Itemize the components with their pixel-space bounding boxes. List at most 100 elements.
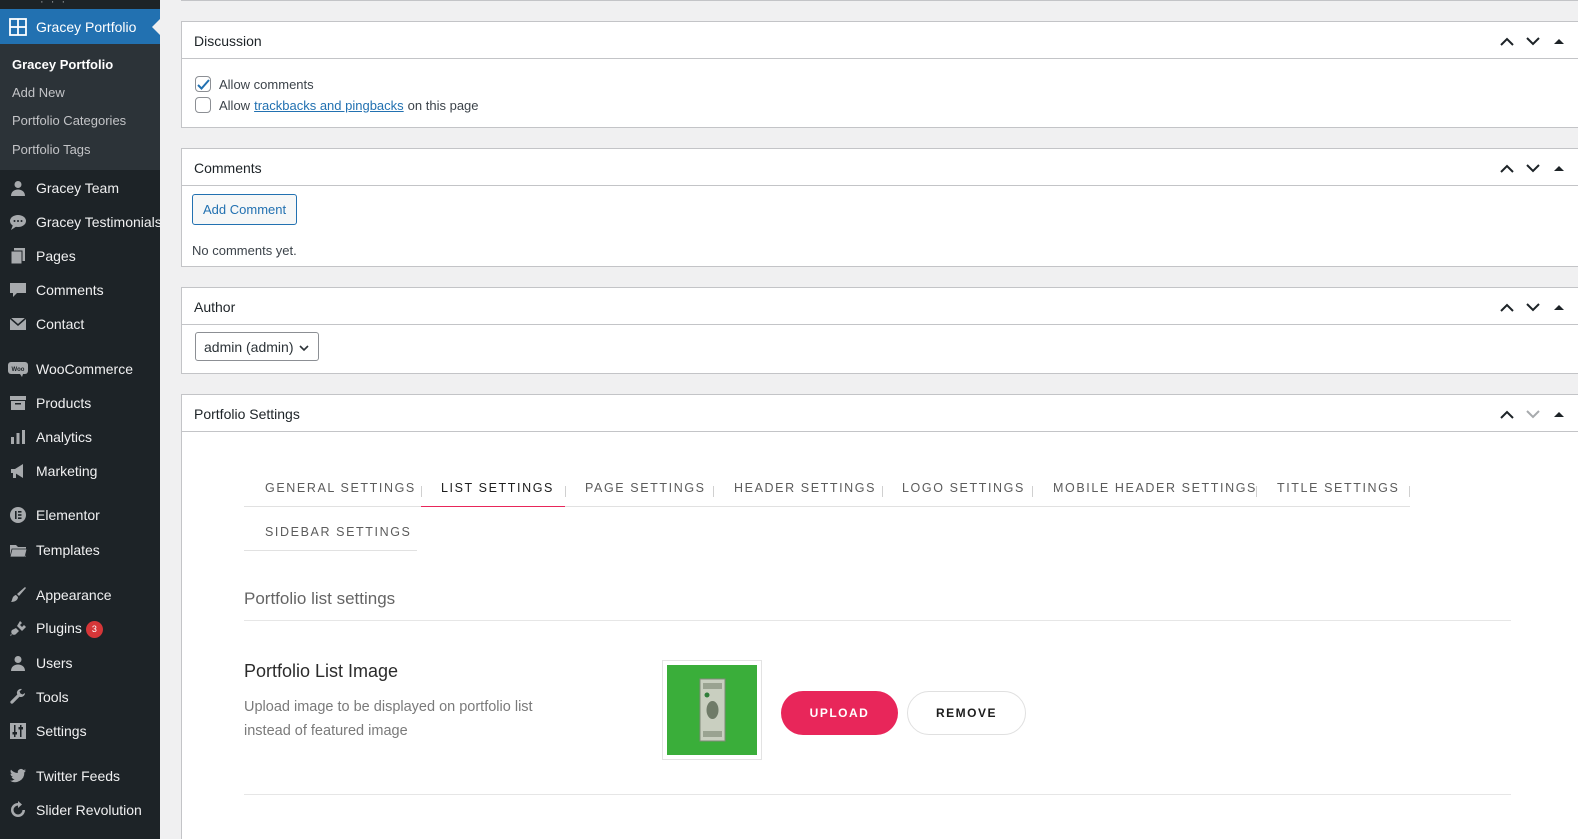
sidebar-item-label: Comments [36,282,104,298]
sidebar-item-settings[interactable]: Settings [0,716,160,746]
postbox-header: Author [182,288,1578,325]
user-icon [8,178,28,198]
move-down-icon[interactable] [1520,297,1546,317]
move-up-icon[interactable] [1494,31,1520,51]
sidebar-item-analytics[interactable]: Analytics [0,422,160,452]
sidebar-item-gracey-testimonials[interactable]: Gracey Testimonials [0,207,160,237]
portfolio-settings-postbox: Portfolio Settings GENERAL SETTINGS LIST… [181,394,1578,839]
admin-sidebar: · · · Gracey Portfolio Gracey Portfolio … [0,0,160,839]
sidebar-item-label: Templates [36,542,100,558]
woo-icon: Woo [8,359,28,379]
field-description: Upload image to be displayed on portfoli… [244,699,533,739]
toggle-panel-icon[interactable] [1546,158,1572,178]
sidebar-item-templates[interactable]: Templates [0,535,160,565]
comment-icon [8,280,28,300]
allow-comments-checkbox[interactable] [195,76,211,92]
field-title: Portfolio List Image [244,661,399,681]
sidebar-item-label: Users [36,655,73,671]
author-select-value: admin (admin) [204,338,294,355]
submenu-item-add-new[interactable]: Add New [12,85,65,100]
sidebar-item-elementor[interactable]: Elementor [0,500,160,530]
allow-trackbacks-suffix: on this page [407,97,479,113]
upload-button[interactable]: UPLOAD [781,691,898,735]
sidebar-item-label: Settings [36,723,87,739]
toggle-panel-icon[interactable] [1546,297,1572,317]
allow-trackbacks-row: Allow trackbacks and pingbacks on this p… [195,97,479,113]
section-title: Portfolio list settings [244,589,396,608]
postbox-header: Discussion [182,22,1578,59]
speech-bubbles-icon [8,212,28,232]
author-postbox: Author admin (admin) [181,287,1578,374]
submenu-item-portfolio-categories[interactable]: Portfolio Categories [12,113,126,128]
tab-separator [713,486,714,497]
sidebar-item-label: Gracey Testimonials [36,214,160,230]
sidebar-item-woocommerce[interactable]: Woo WooCommerce [0,354,160,384]
sidebar-item-marketing[interactable]: Marketing [0,456,160,486]
move-up-icon[interactable] [1494,297,1520,317]
sidebar-item-label: Marketing [36,463,98,479]
megaphone-icon [8,461,28,481]
handle-actions [1494,31,1572,51]
tab-separator [1032,486,1033,497]
pages-icon [8,246,28,266]
tab-title-settings[interactable]: TITLE SETTINGS [1277,481,1399,507]
no-comments-text: No comments yet. [192,243,297,258]
sidebar-item-pages[interactable]: Pages [0,241,160,271]
postbox-header: Portfolio Settings [182,395,1578,432]
tab-header-settings[interactable]: HEADER SETTINGS [734,481,876,507]
author-select[interactable]: admin (admin) [195,332,319,361]
move-down-icon[interactable] [1520,158,1546,178]
sidebar-item-users[interactable]: Users [0,648,160,678]
submenu-item-gracey-portfolio[interactable]: Gracey Portfolio [12,57,113,72]
sidebar-item-label: Gracey Portfolio [36,18,137,35]
sidebar-item-twitter-feeds[interactable]: Twitter Feeds [0,761,160,791]
sidebar-item-comments[interactable]: Comments [0,275,160,305]
tab-list-settings[interactable]: LIST SETTINGS [421,481,565,507]
move-down-icon[interactable] [1520,31,1546,51]
sidebar-item-appearance[interactable]: Appearance [0,580,160,610]
tab-logo-settings[interactable]: LOGO SETTINGS [902,481,1025,507]
postbox-title: Author [194,299,236,315]
chevron-down-icon [299,339,310,355]
previous-postbox-edge [181,0,1578,1]
move-up-icon[interactable] [1494,158,1520,178]
toggle-panel-icon[interactable] [1546,31,1572,51]
handle-actions [1494,404,1572,424]
sidebar-item-tools[interactable]: Tools [0,682,160,712]
sidebar-item-label: Gracey Team [36,180,119,196]
refresh-icon [8,800,28,820]
add-comment-button[interactable]: Add Comment [192,194,298,225]
settings-tabs-row-2: SIDEBAR SETTINGS [244,525,417,551]
sidebar-item-products[interactable]: Products [0,388,160,418]
envelope-icon [8,314,28,334]
remove-button[interactable]: REMOVE [907,691,1026,735]
sidebar-item-label: Slider Revolution [36,802,142,818]
sidebar-top-partial: · · · [40,0,68,8]
sidebar-item-slider-revolution[interactable]: Slider Revolution [0,795,160,825]
image-preview [662,660,762,760]
tab-page-settings[interactable]: PAGE SETTINGS [585,481,706,507]
trackbacks-link[interactable]: trackbacks and pingbacks [254,98,404,113]
toggle-panel-icon[interactable] [1546,404,1572,424]
submenu-item-portfolio-tags[interactable]: Portfolio Tags [12,142,91,157]
move-up-icon[interactable] [1494,404,1520,424]
section-divider [244,620,1511,621]
sidebar-item-gracey-team[interactable]: Gracey Team [0,173,160,203]
svg-text:Woo: Woo [12,367,25,373]
sliders-icon [8,721,28,741]
bar-chart-icon [8,427,28,447]
sidebar-item-label: Twitter Feeds [36,768,121,784]
sidebar-item-gracey-portfolio[interactable]: Gracey Portfolio [0,9,160,44]
tab-mobile-header-settings[interactable]: MOBILE HEADER SETTINGS [1053,481,1257,507]
move-down-icon[interactable] [1520,404,1546,424]
comments-postbox: Comments Add Comment No comments yet. [181,148,1578,267]
allow-trackbacks-checkbox[interactable] [195,97,211,113]
tab-general-settings[interactable]: GENERAL SETTINGS [265,481,416,507]
sidebar-item-plugins[interactable]: Plugins 3 [0,614,160,644]
tab-separator [565,486,566,497]
sidebar-item-contact[interactable]: Contact [0,309,160,339]
tab-separator [1256,486,1257,497]
twitter-icon [8,766,28,786]
elementor-icon [8,505,28,525]
tab-sidebar-settings[interactable]: SIDEBAR SETTINGS [265,525,411,551]
